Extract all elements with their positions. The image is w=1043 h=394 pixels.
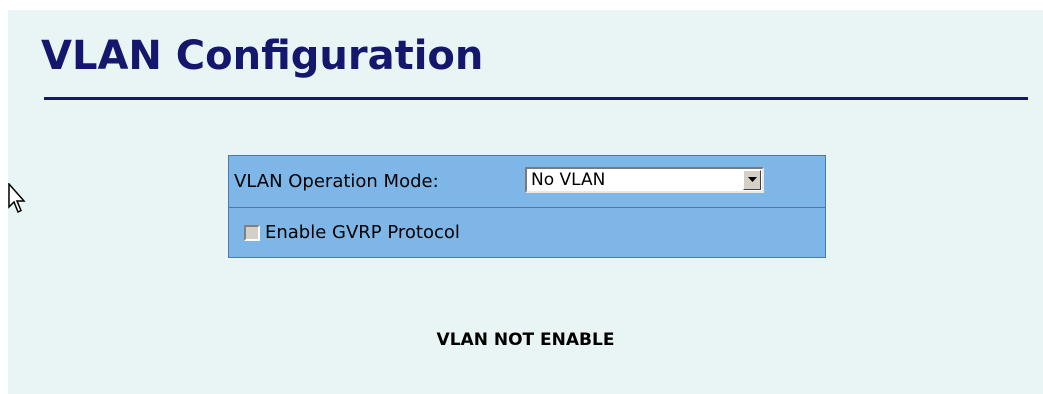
dropdown-arrow-glyph bbox=[748, 177, 757, 182]
title-divider bbox=[44, 97, 1028, 100]
vlan-mode-select[interactable]: No VLAN bbox=[525, 167, 764, 193]
page-title: VLAN Configuration bbox=[41, 33, 484, 79]
vlan-settings-panel: VLAN Operation Mode: No VLAN Enable GVRP… bbox=[228, 155, 826, 258]
vlan-mode-label: VLAN Operation Mode: bbox=[234, 171, 439, 192]
enable-gvrp-checkbox[interactable] bbox=[244, 225, 260, 241]
gvrp-row: Enable GVRP Protocol bbox=[229, 208, 825, 257]
enable-gvrp-label[interactable]: Enable GVRP Protocol bbox=[265, 222, 460, 243]
vlan-configuration-page: VLAN Configuration VLAN Operation Mode: … bbox=[8, 10, 1043, 394]
chevron-down-icon[interactable] bbox=[743, 170, 761, 190]
mouse-pointer-icon bbox=[8, 182, 32, 223]
vlan-status-text: VLAN NOT ENABLE bbox=[436, 330, 615, 350]
vlan-mode-selected-value: No VLAN bbox=[531, 170, 606, 190]
vlan-mode-row: VLAN Operation Mode: No VLAN bbox=[229, 156, 825, 208]
